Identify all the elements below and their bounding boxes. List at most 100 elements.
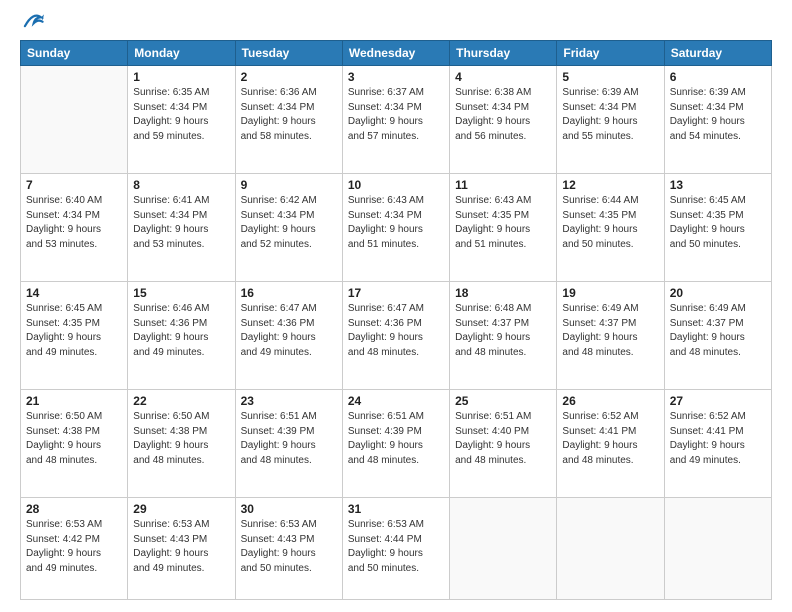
weekday-header-row: SundayMondayTuesdayWednesdayThursdayFrid… (21, 41, 772, 66)
calendar-cell: 20Sunrise: 6:49 AMSunset: 4:37 PMDayligh… (664, 282, 771, 390)
calendar-cell: 11 Sunrise: 6:43 AMSunset: 4:35 PMDayligh… (450, 174, 557, 282)
day-info: Sunrise: 6:53 AMSunset: 4:42 PMDaylight:… (26, 518, 122, 576)
day-number: 17 (348, 286, 444, 300)
calendar-cell: 25 Sunrise: 6:51 AMSunset: 4:40 PMDayligh… (450, 390, 557, 498)
calendar-cell: 15 Sunrise: 6:46 AMSunset: 4:36 PMDayligh… (128, 282, 235, 390)
calendar-cell: 29 Sunrise: 6:53 AMSunset: 4:43 PMDayligh… (128, 498, 235, 600)
calendar-cell: 9 Sunrise: 6:42 AMSunset: 4:34 PMDaylight… (235, 174, 342, 282)
day-number: 29 (133, 502, 229, 516)
day-info: Sunrise: 6:42 AMSunset: 4:34 PMDaylight:… (241, 194, 337, 252)
calendar-cell: 2 Sunrise: 6:36 AMSunset: 4:34 PMDaylight… (235, 66, 342, 174)
day-info: Sunrise: 6:39 AMSunset: 4:34 PMDaylight:… (562, 86, 658, 144)
calendar-cell (664, 498, 771, 600)
day-info: Sunrise: 6:47 AMSunset: 4:36 PMDaylight:… (241, 302, 337, 360)
calendar-cell: 31 Sunrise: 6:53 AMSunset: 4:44 PMDayligh… (342, 498, 449, 600)
day-number: 9 (241, 178, 337, 192)
day-info: Sunrise: 6:53 AMSunset: 4:43 PMDaylight:… (133, 518, 229, 576)
weekday-header: Tuesday (235, 41, 342, 66)
day-info: Sunrise: 6:43 AMSunset: 4:34 PMDaylight:… (348, 194, 444, 252)
day-number: 10 (348, 178, 444, 192)
calendar-cell: 8 Sunrise: 6:41 AMSunset: 4:34 PMDaylight… (128, 174, 235, 282)
weekday-header: Friday (557, 41, 664, 66)
day-number: 28 (26, 502, 122, 516)
day-info: Sunrise: 6:43 AMSunset: 4:35 PMDaylight:… (455, 194, 551, 252)
day-number: 11 (455, 178, 551, 192)
day-info: Sunrise: 6:45 AMSunset: 4:35 PMDaylight:… (26, 302, 122, 360)
day-number: 18 (455, 286, 551, 300)
weekday-header: Wednesday (342, 41, 449, 66)
logo (20, 20, 44, 32)
day-info: Sunrise: 6:36 AMSunset: 4:34 PMDaylight:… (241, 86, 337, 144)
day-info: Sunrise: 6:44 AMSunset: 4:35 PMDaylight:… (562, 194, 658, 252)
calendar-cell: 21 Sunrise: 6:50 AMSunset: 4:38 PMDayligh… (21, 390, 128, 498)
day-number: 22 (133, 394, 229, 408)
day-number: 31 (348, 502, 444, 516)
day-number: 4 (455, 70, 551, 84)
day-info: Sunrise: 6:38 AMSunset: 4:34 PMDaylight:… (455, 86, 551, 144)
day-number: 7 (26, 178, 122, 192)
day-number: 24 (348, 394, 444, 408)
calendar-row: 28 Sunrise: 6:53 AMSunset: 4:42 PMDayligh… (21, 498, 772, 600)
day-number: 13 (670, 178, 766, 192)
weekday-header: Sunday (21, 41, 128, 66)
day-info: Sunrise: 6:51 AMSunset: 4:40 PMDaylight:… (455, 410, 551, 468)
day-number: 15 (133, 286, 229, 300)
day-info: Sunrise: 6:46 AMSunset: 4:36 PMDaylight:… (133, 302, 229, 360)
calendar-cell: 6Sunrise: 6:39 AMSunset: 4:34 PMDaylight… (664, 66, 771, 174)
calendar-row: 14Sunrise: 6:45 AMSunset: 4:35 PMDayligh… (21, 282, 772, 390)
day-info: Sunrise: 6:40 AMSunset: 4:34 PMDaylight:… (26, 194, 122, 252)
calendar-table: SundayMondayTuesdayWednesdayThursdayFrid… (20, 40, 772, 600)
weekday-header: Monday (128, 41, 235, 66)
day-info: Sunrise: 6:45 AMSunset: 4:35 PMDaylight:… (670, 194, 766, 252)
calendar-cell (450, 498, 557, 600)
day-number: 30 (241, 502, 337, 516)
calendar-cell: 10 Sunrise: 6:43 AMSunset: 4:34 PMDayligh… (342, 174, 449, 282)
calendar-cell: 23Sunrise: 6:51 AMSunset: 4:39 PMDayligh… (235, 390, 342, 498)
logo-icon (22, 10, 44, 32)
day-info: Sunrise: 6:51 AMSunset: 4:39 PMDaylight:… (241, 410, 337, 468)
day-info: Sunrise: 6:53 AMSunset: 4:43 PMDaylight:… (241, 518, 337, 576)
day-info: Sunrise: 6:50 AMSunset: 4:38 PMDaylight:… (26, 410, 122, 468)
day-info: Sunrise: 6:35 AMSunset: 4:34 PMDaylight:… (133, 86, 229, 144)
calendar-cell: 19 Sunrise: 6:49 AMSunset: 4:37 PMDayligh… (557, 282, 664, 390)
day-info: Sunrise: 6:37 AMSunset: 4:34 PMDaylight:… (348, 86, 444, 144)
day-number: 12 (562, 178, 658, 192)
calendar-cell (557, 498, 664, 600)
day-number: 21 (26, 394, 122, 408)
day-info: Sunrise: 6:52 AMSunset: 4:41 PMDaylight:… (670, 410, 766, 468)
page: SundayMondayTuesdayWednesdayThursdayFrid… (0, 0, 792, 612)
day-info: Sunrise: 6:48 AMSunset: 4:37 PMDaylight:… (455, 302, 551, 360)
calendar-cell: 13 Sunrise: 6:45 AMSunset: 4:35 PMDayligh… (664, 174, 771, 282)
day-number: 6 (670, 70, 766, 84)
day-number: 1 (133, 70, 229, 84)
calendar-cell: 24Sunrise: 6:51 AMSunset: 4:39 PMDayligh… (342, 390, 449, 498)
day-number: 8 (133, 178, 229, 192)
header (20, 16, 772, 32)
day-number: 16 (241, 286, 337, 300)
calendar-row: 7 Sunrise: 6:40 AMSunset: 4:34 PMDaylight… (21, 174, 772, 282)
calendar-cell: 3Sunrise: 6:37 AMSunset: 4:34 PMDaylight… (342, 66, 449, 174)
day-number: 26 (562, 394, 658, 408)
calendar-cell: 16 Sunrise: 6:47 AMSunset: 4:36 PMDayligh… (235, 282, 342, 390)
day-info: Sunrise: 6:49 AMSunset: 4:37 PMDaylight:… (670, 302, 766, 360)
calendar-cell: 22 Sunrise: 6:50 AMSunset: 4:38 PMDayligh… (128, 390, 235, 498)
day-info: Sunrise: 6:53 AMSunset: 4:44 PMDaylight:… (348, 518, 444, 576)
calendar-cell: 28 Sunrise: 6:53 AMSunset: 4:42 PMDayligh… (21, 498, 128, 600)
calendar-cell: 30 Sunrise: 6:53 AMSunset: 4:43 PMDayligh… (235, 498, 342, 600)
day-info: Sunrise: 6:49 AMSunset: 4:37 PMDaylight:… (562, 302, 658, 360)
calendar-cell: 12 Sunrise: 6:44 AMSunset: 4:35 PMDayligh… (557, 174, 664, 282)
calendar-cell: 5Sunrise: 6:39 AMSunset: 4:34 PMDaylight… (557, 66, 664, 174)
day-number: 19 (562, 286, 658, 300)
calendar-cell: 14Sunrise: 6:45 AMSunset: 4:35 PMDayligh… (21, 282, 128, 390)
weekday-header: Saturday (664, 41, 771, 66)
calendar-cell: 4 Sunrise: 6:38 AMSunset: 4:34 PMDaylight… (450, 66, 557, 174)
weekday-header: Thursday (450, 41, 557, 66)
day-info: Sunrise: 6:41 AMSunset: 4:34 PMDaylight:… (133, 194, 229, 252)
day-number: 2 (241, 70, 337, 84)
day-info: Sunrise: 6:47 AMSunset: 4:36 PMDaylight:… (348, 302, 444, 360)
calendar-cell: 17 Sunrise: 6:47 AMSunset: 4:36 PMDayligh… (342, 282, 449, 390)
day-number: 25 (455, 394, 551, 408)
calendar-cell: 27Sunrise: 6:52 AMSunset: 4:41 PMDayligh… (664, 390, 771, 498)
calendar-cell: 18 Sunrise: 6:48 AMSunset: 4:37 PMDayligh… (450, 282, 557, 390)
day-info: Sunrise: 6:50 AMSunset: 4:38 PMDaylight:… (133, 410, 229, 468)
